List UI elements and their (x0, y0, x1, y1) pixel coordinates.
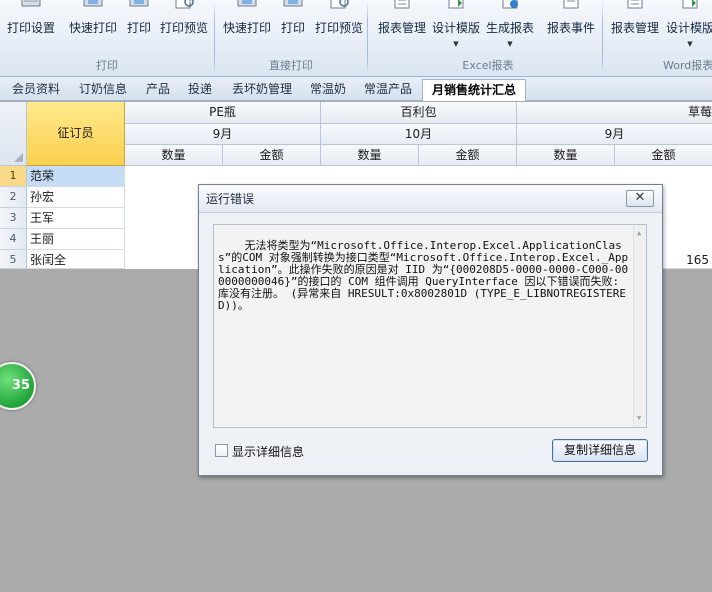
print-preview-button[interactable]: 打印预览 (158, 0, 210, 48)
ribbon-group-word-report: 报表管理 设计模版 ▼ Word报表 (603, 0, 712, 76)
measure-header: 金额 (223, 145, 321, 166)
excel-generate-report-button[interactable]: 生成报表 ▼ (484, 0, 536, 48)
month-header: 9月 (517, 124, 712, 145)
report-manage-icon (394, 0, 410, 9)
report-event-button[interactable]: 报表事件 (544, 0, 598, 48)
close-button[interactable]: ✕ (626, 190, 654, 207)
show-details-checkbox[interactable] (215, 444, 228, 457)
dropdown-caret-icon: ▼ (453, 40, 459, 48)
ribbon-group-label: Word报表 (663, 59, 712, 72)
report-manage-icon (627, 0, 643, 9)
design-template-icon (448, 0, 464, 9)
dialog-title: 运行错误 (206, 192, 255, 206)
subscriber-name-cell[interactable]: 范荣 (27, 166, 125, 187)
print-settings-button[interactable]: 打印设置 (2, 0, 60, 48)
row-number[interactable]: 1 (0, 166, 27, 187)
ribbon-group-direct-print: 快速打印 打印 打印预览 直接打印 (215, 0, 367, 76)
tab-milk-order[interactable]: 订奶信息 (72, 79, 134, 101)
tab-monthly-sales-summary[interactable]: 月销售统计汇总 (422, 79, 526, 101)
subscriber-name-cell[interactable]: 王丽 (27, 229, 125, 250)
ribbon-group-excel-report: 报表管理 设计模版 ▼ 生成报表 ▼ Excel报表 (368, 0, 540, 76)
runtime-error-dialog: 运行错误 ✕ 无法将类型为“Microsoft.Office.Interop.E… (198, 184, 663, 476)
measure-header: 数量 (517, 145, 615, 166)
measure-header: 金额 (419, 145, 517, 166)
quick-print-icon (83, 0, 103, 7)
dialog-titlebar[interactable]: 运行错误 ✕ (199, 185, 662, 213)
generate-report-icon (502, 0, 518, 9)
message-scrollbar[interactable]: ▲ ▼ (633, 225, 646, 427)
error-message-box[interactable]: 无法将类型为“Microsoft.Office.Interop.Excel.Ap… (213, 224, 647, 428)
tab-damaged-milk[interactable]: 丢坏奶管理 (224, 79, 300, 101)
row-number[interactable]: 3 (0, 208, 27, 229)
tab-member-info[interactable]: 会员资料 (4, 79, 68, 101)
product-header: PE瓶 (125, 102, 321, 124)
subscriber-name-cell[interactable]: 孙宏 (27, 187, 125, 208)
print-icon (129, 0, 149, 7)
direct-quick-print-button[interactable]: 快速打印 (221, 0, 273, 48)
floating-badge[interactable]: 35 (0, 362, 36, 410)
print-preview-icon (175, 0, 194, 9)
ribbon-button-label: 打印设置 (6, 21, 55, 35)
ribbon-button-label: 设计模版 (431, 21, 480, 35)
dropdown-caret-icon: ▼ (687, 40, 693, 48)
word-report-manage-button[interactable]: 报表管理 (607, 0, 663, 48)
copy-details-button[interactable]: 复制详细信息 (552, 439, 648, 462)
show-details-label[interactable]: 显示详细信息 (232, 443, 304, 460)
excel-design-template-button[interactable]: 设计模版 ▼ (430, 0, 482, 48)
report-event-icon (563, 0, 579, 9)
dropdown-caret-icon: ▼ (507, 40, 513, 48)
tab-delivery[interactable]: 投递 (180, 79, 220, 101)
sheet-tabs: 会员资料 订奶信息 产品 投递 丢坏奶管理 常温奶 常温产品 月销售统计汇总 (0, 77, 712, 101)
ribbon-group-report-event: 报表事件 (540, 0, 600, 76)
subscriber-name-cell[interactable]: 王军 (27, 208, 125, 229)
direct-print-button[interactable]: 打印 (277, 0, 309, 48)
measure-header: 数量 (321, 145, 419, 166)
month-header: 10月 (321, 124, 517, 145)
direct-print-preview-button[interactable]: 打印预览 (313, 0, 365, 48)
ribbon-button-label: 报表管理 (610, 21, 659, 35)
ribbon-group-label: 打印 (96, 59, 118, 72)
ribbon-button-label: 打印 (280, 21, 305, 35)
quick-print-icon (237, 0, 257, 7)
scroll-down-icon[interactable]: ▼ (637, 412, 641, 424)
row-number[interactable]: 5 (0, 250, 27, 269)
select-all-icon (14, 153, 23, 162)
word-design-template-button[interactable]: 设计模版 ▼ (663, 0, 712, 48)
subscriber-name-cell[interactable]: 张闰全 (27, 250, 125, 269)
ribbon-button-label: 快速打印 (222, 21, 271, 35)
ribbon-button-label: 快速打印 (68, 21, 117, 35)
ribbon-button-label: 打印预览 (159, 21, 208, 35)
ribbon-button-label: 报表事件 (546, 21, 595, 35)
error-message-text: 无法将类型为“Microsoft.Office.Interop.Excel.Ap… (218, 239, 629, 312)
scroll-up-icon[interactable]: ▲ (637, 227, 641, 239)
print-button[interactable]: 打印 (122, 0, 156, 48)
measure-header: 数量 (125, 145, 223, 166)
print-preview-icon (330, 0, 349, 9)
grid-corner[interactable] (0, 102, 27, 166)
tab-products[interactable]: 产品 (138, 79, 178, 101)
tab-ambient-milk[interactable]: 常温奶 (302, 79, 354, 101)
design-template-icon (682, 0, 698, 9)
ribbon-group-print: 打印设置 快速打印 打印 打印预览 打印 (0, 0, 214, 76)
ribbon-button-label: 设计模版 (665, 21, 712, 35)
measure-header: 金额 (615, 145, 712, 166)
ribbon-group-label: 直接打印 (269, 59, 313, 72)
print-icon (283, 0, 303, 7)
ribbon-button-label: 生成报表 (485, 21, 534, 35)
excel-report-manage-button[interactable]: 报表管理 (376, 0, 428, 48)
ribbon-button-label: 打印预览 (314, 21, 363, 35)
row-number[interactable]: 4 (0, 229, 27, 250)
close-icon: ✕ (634, 190, 646, 205)
product-header: 百利包 (321, 102, 517, 124)
ribbon-button-label: 打印 (126, 21, 151, 35)
product-header: 草莓 (517, 102, 712, 124)
column-header-subscriber: 征订员 (27, 102, 125, 166)
row-number[interactable]: 2 (0, 187, 27, 208)
ribbon-button-label: 报表管理 (377, 21, 426, 35)
printer-settings-icon (21, 0, 41, 7)
tab-ambient-products[interactable]: 常温产品 (356, 79, 420, 101)
ribbon-toolbar: 打印设置 快速打印 打印 打印预览 打印 快速打印 打印 打印预览 直接打印 报… (0, 0, 712, 77)
month-header: 9月 (125, 124, 321, 145)
quick-print-button[interactable]: 快速打印 (64, 0, 122, 48)
